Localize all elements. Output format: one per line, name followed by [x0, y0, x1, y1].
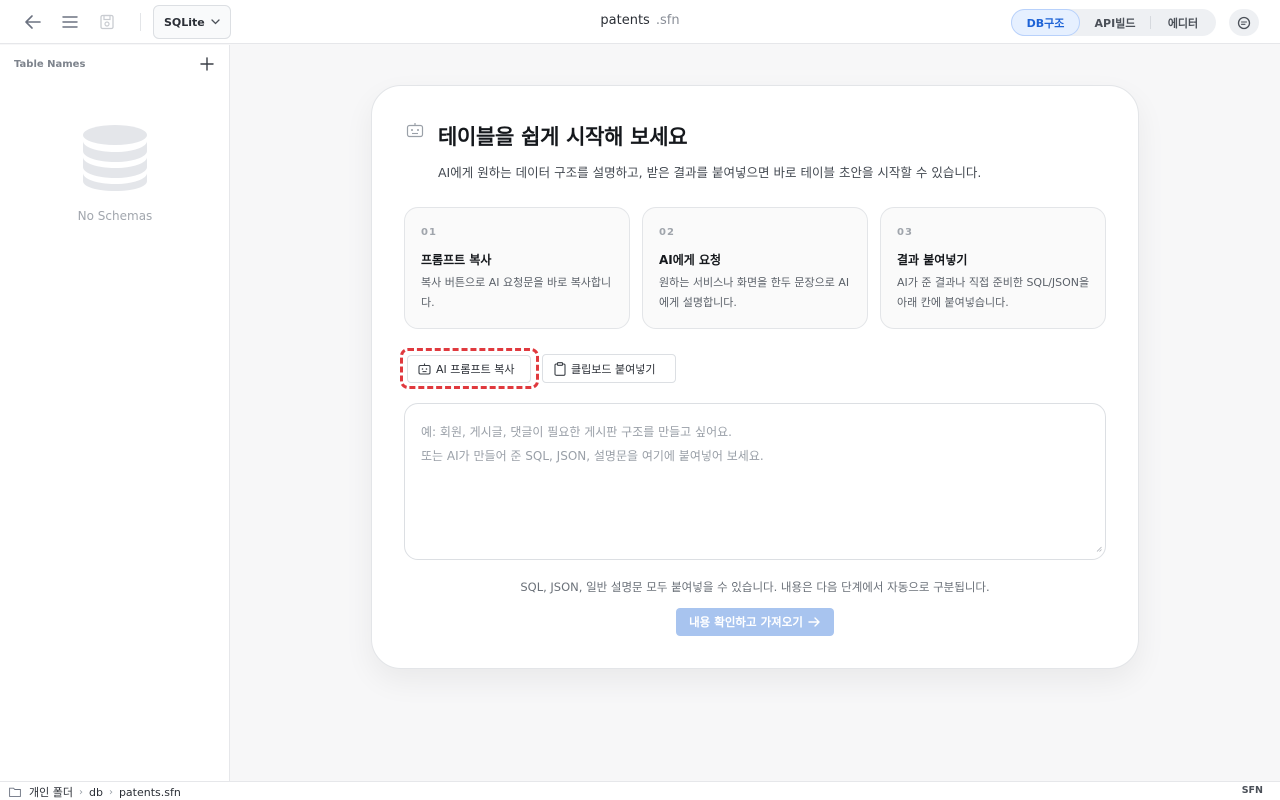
breadcrumb-item[interactable]: 개인 폴더	[29, 784, 73, 800]
add-table-icon[interactable]	[199, 56, 215, 72]
breadcrumb-item[interactable]: patents.sfn	[119, 786, 181, 799]
paste-clipboard-button[interactable]: 클립보드 붙여넣기	[542, 354, 676, 383]
import-button-label: 내용 확인하고 가져오기	[689, 615, 803, 629]
mode-tabs: DB구조 API빌드 에디터	[1011, 9, 1216, 36]
format-badge: SFN	[1241, 785, 1263, 796]
card-subtitle: AI에게 원하는 데이터 구조를 설명하고, 받은 결과를 붙여넣으면 바로 테…	[438, 165, 982, 180]
folder-icon	[9, 787, 21, 797]
placeholder-line: 예: 회원, 게시글, 댓글이 필요한 게시판 구조를 만들고 싶어요.	[421, 425, 732, 439]
paste-clipboard-label: 클립보드 붙여넣기	[571, 362, 656, 376]
file-name: patents	[600, 13, 650, 28]
clipboard-icon	[554, 361, 566, 376]
tab-api-build[interactable]: API빌드	[1080, 9, 1150, 36]
step-number: 02	[659, 227, 675, 238]
chat-icon[interactable]	[1229, 9, 1259, 36]
step-description: 복사 버튼으로 AI 요청문을 바로 복사합니다.	[421, 276, 612, 309]
empty-schemas-text: No Schemas	[77, 209, 153, 223]
step-number: 01	[421, 227, 437, 238]
placeholder-line: 또는 AI가 만들어 준 SQL, JSON, 설명문을 여기에 붙여넣어 보세…	[421, 449, 764, 463]
copy-prompt-button[interactable]: AI 프롬프트 복사	[407, 355, 531, 383]
robot-icon	[418, 363, 431, 375]
file-ext: .sfn	[655, 13, 680, 28]
step-title: AI에게 요청	[659, 253, 722, 267]
step-title: 결과 붙여넣기	[897, 253, 968, 267]
breadcrumb-separator: ›	[108, 786, 113, 798]
breadcrumb-item[interactable]: db	[89, 786, 103, 799]
tab-db-structure[interactable]: DB구조	[1011, 9, 1080, 36]
step-card: 02 AI에게 요청 원하는 서비스나 화면을 한두 문장으로 AI에게 설명합…	[642, 207, 868, 329]
breadcrumb-separator: ›	[78, 786, 83, 798]
status-bar: 개인 폴더 › db › patents.sfn SFN	[0, 781, 1280, 800]
step-title: 프롬프트 복사	[421, 253, 492, 267]
step-description: AI가 준 결과나 직접 준비한 SQL/JSON을 아래 칸에 붙여넣습니다.	[897, 276, 1090, 309]
step-card: 01 프롬프트 복사 복사 버튼으로 AI 요청문을 바로 복사합니다.	[404, 207, 630, 329]
step-number: 03	[897, 227, 913, 238]
robot-icon	[406, 122, 424, 142]
sidebar: Table Names No Schemas	[0, 45, 230, 781]
card-title: 테이블을 쉽게 시작해 보세요	[438, 125, 688, 149]
schema-input-textarea[interactable]: 예: 회원, 게시글, 댓글이 필요한 게시판 구조를 만들고 싶어요. 또는 …	[404, 403, 1106, 560]
onboarding-card: 테이블을 쉽게 시작해 보세요 AI에게 원하는 데이터 구조를 설명하고, 받…	[371, 85, 1139, 669]
copy-prompt-label: AI 프롬프트 복사	[436, 363, 515, 376]
tab-editor[interactable]: 에디터	[1151, 9, 1215, 36]
import-button[interactable]: 내용 확인하고 가져오기	[676, 608, 834, 636]
top-bar: SQLite patents .sfn DB구조 API빌드 에디터	[0, 0, 1280, 44]
step-description: 원하는 서비스나 화면을 한두 문장으로 AI에게 설명합니다.	[659, 276, 850, 309]
breadcrumb: 개인 폴더 › db › patents.sfn	[9, 784, 181, 800]
database-icon	[81, 125, 149, 195]
resize-grip-icon[interactable]	[1096, 537, 1102, 556]
input-hint: SQL, JSON, 일반 설명문 모두 붙여넣을 수 있습니다. 내용은 다음…	[520, 580, 990, 594]
arrow-right-icon	[808, 616, 821, 628]
sidebar-title: Table Names	[14, 59, 86, 70]
step-card: 03 결과 붙여넣기 AI가 준 결과나 직접 준비한 SQL/JSON을 아래…	[880, 207, 1106, 329]
